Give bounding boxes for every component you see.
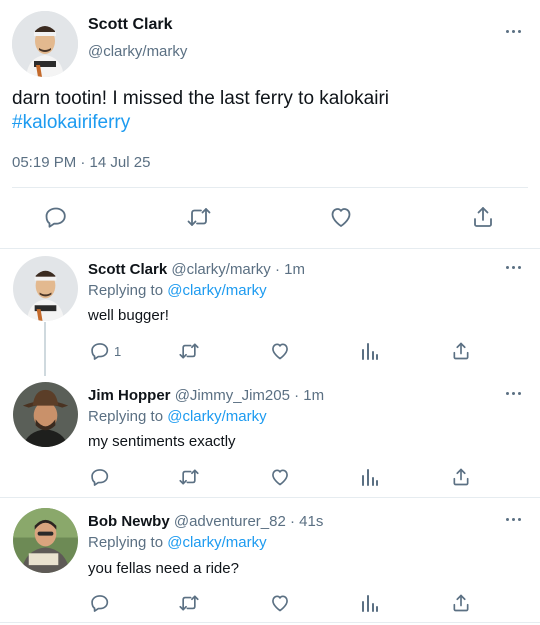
thread-line: [44, 322, 46, 376]
reply-icon: [91, 595, 109, 612]
analytics-icon: [362, 469, 378, 486]
more-options-icon[interactable]: [505, 28, 525, 36]
like-button[interactable]: [270, 467, 290, 487]
replying-to: Replying to @clarky/marky: [88, 282, 267, 299]
retweet-icon: [187, 208, 211, 226]
avatar-scott-clark[interactable]: [13, 256, 78, 321]
reply-header: Bob Newby @adventurer_82 · 41s: [88, 513, 323, 530]
avatar-bob-newby[interactable]: [13, 508, 78, 573]
reply-author-handle[interactable]: @clarky/marky: [171, 261, 270, 278]
reply-text: you fellas need a ride?: [88, 560, 239, 577]
reply-author-name[interactable]: Scott Clark: [88, 261, 167, 278]
tweet-text: darn tootin! I missed the last ferry to …: [12, 88, 389, 109]
analytics-button[interactable]: [361, 467, 379, 487]
like-icon: [272, 343, 288, 360]
like-button[interactable]: [270, 341, 290, 361]
retweet-icon: [179, 595, 199, 611]
retweet-button[interactable]: [178, 593, 200, 613]
reply-icon: [91, 469, 109, 486]
retweet-icon: [179, 469, 199, 485]
reply-time[interactable]: · 41s: [290, 513, 323, 530]
retweet-button[interactable]: [178, 467, 200, 487]
share-icon: [453, 468, 469, 486]
reply-author-name[interactable]: Bob Newby: [88, 513, 170, 530]
like-icon: [272, 595, 288, 612]
reply-text: well bugger!: [88, 307, 169, 324]
share-button[interactable]: [451, 593, 471, 613]
tweet-timestamp[interactable]: 05:19 PM · 14 Jul 25: [12, 154, 150, 171]
replying-to: Replying to @clarky/marky: [88, 534, 267, 551]
reply-icon: [45, 207, 66, 228]
share-icon: [453, 594, 469, 612]
divider: [0, 622, 540, 623]
tweet-author-handle[interactable]: @clarky/marky: [88, 43, 187, 60]
share-icon: [474, 207, 492, 227]
like-button[interactable]: [329, 205, 353, 229]
reply-author-handle[interactable]: @Jimmy_Jim205: [175, 387, 290, 404]
reply-header: Scott Clark @clarky/marky · 1m: [88, 261, 305, 278]
tweet-author-name[interactable]: Scott Clark: [88, 16, 172, 34]
reply-button[interactable]: [90, 593, 110, 613]
analytics-button[interactable]: [361, 341, 379, 361]
retweet-icon: [179, 343, 199, 359]
replying-to-prefix: Replying to: [88, 534, 164, 551]
divider: [0, 497, 540, 498]
like-icon: [331, 208, 351, 227]
divider: [12, 187, 528, 188]
share-icon: [453, 342, 469, 360]
analytics-button[interactable]: [361, 593, 379, 613]
reply-button[interactable]: [90, 467, 110, 487]
retweet-button[interactable]: [186, 205, 212, 229]
share-button[interactable]: [451, 341, 471, 361]
more-options-icon[interactable]: [505, 390, 525, 398]
avatar-jim-hopper[interactable]: [13, 382, 78, 447]
replying-to-prefix: Replying to: [88, 282, 164, 299]
reply-icon: [91, 343, 109, 360]
reply-time[interactable]: · 1m: [275, 261, 305, 278]
share-button[interactable]: [451, 467, 471, 487]
tweet-hashtag[interactable]: #kalokairiferry: [12, 112, 130, 134]
replying-to-handle[interactable]: @clarky/marky: [167, 282, 266, 299]
reply-button[interactable]: 1: [90, 341, 121, 361]
divider: [0, 248, 540, 249]
analytics-icon: [362, 595, 378, 612]
more-options-icon[interactable]: [505, 264, 525, 272]
more-options-icon[interactable]: [505, 516, 525, 524]
like-icon: [272, 469, 288, 486]
avatar-scott-clark[interactable]: [12, 11, 78, 77]
share-button[interactable]: [471, 205, 495, 229]
retweet-button[interactable]: [178, 341, 200, 361]
reply-author-name[interactable]: Jim Hopper: [88, 387, 171, 404]
like-button[interactable]: [270, 593, 290, 613]
reply-button[interactable]: [44, 205, 68, 229]
replying-to: Replying to @clarky/marky: [88, 408, 267, 425]
replying-to-handle[interactable]: @clarky/marky: [167, 408, 266, 425]
reply-count: 1: [114, 343, 122, 359]
reply-header: Jim Hopper @Jimmy_Jim205 · 1m: [88, 387, 324, 404]
replying-to-prefix: Replying to: [88, 408, 164, 425]
reply-text: my sentiments exactly: [88, 433, 236, 450]
analytics-icon: [362, 343, 378, 360]
reply-author-handle[interactable]: @adventurer_82: [174, 513, 286, 530]
replying-to-handle[interactable]: @clarky/marky: [167, 534, 266, 551]
reply-time[interactable]: · 1m: [294, 387, 324, 404]
